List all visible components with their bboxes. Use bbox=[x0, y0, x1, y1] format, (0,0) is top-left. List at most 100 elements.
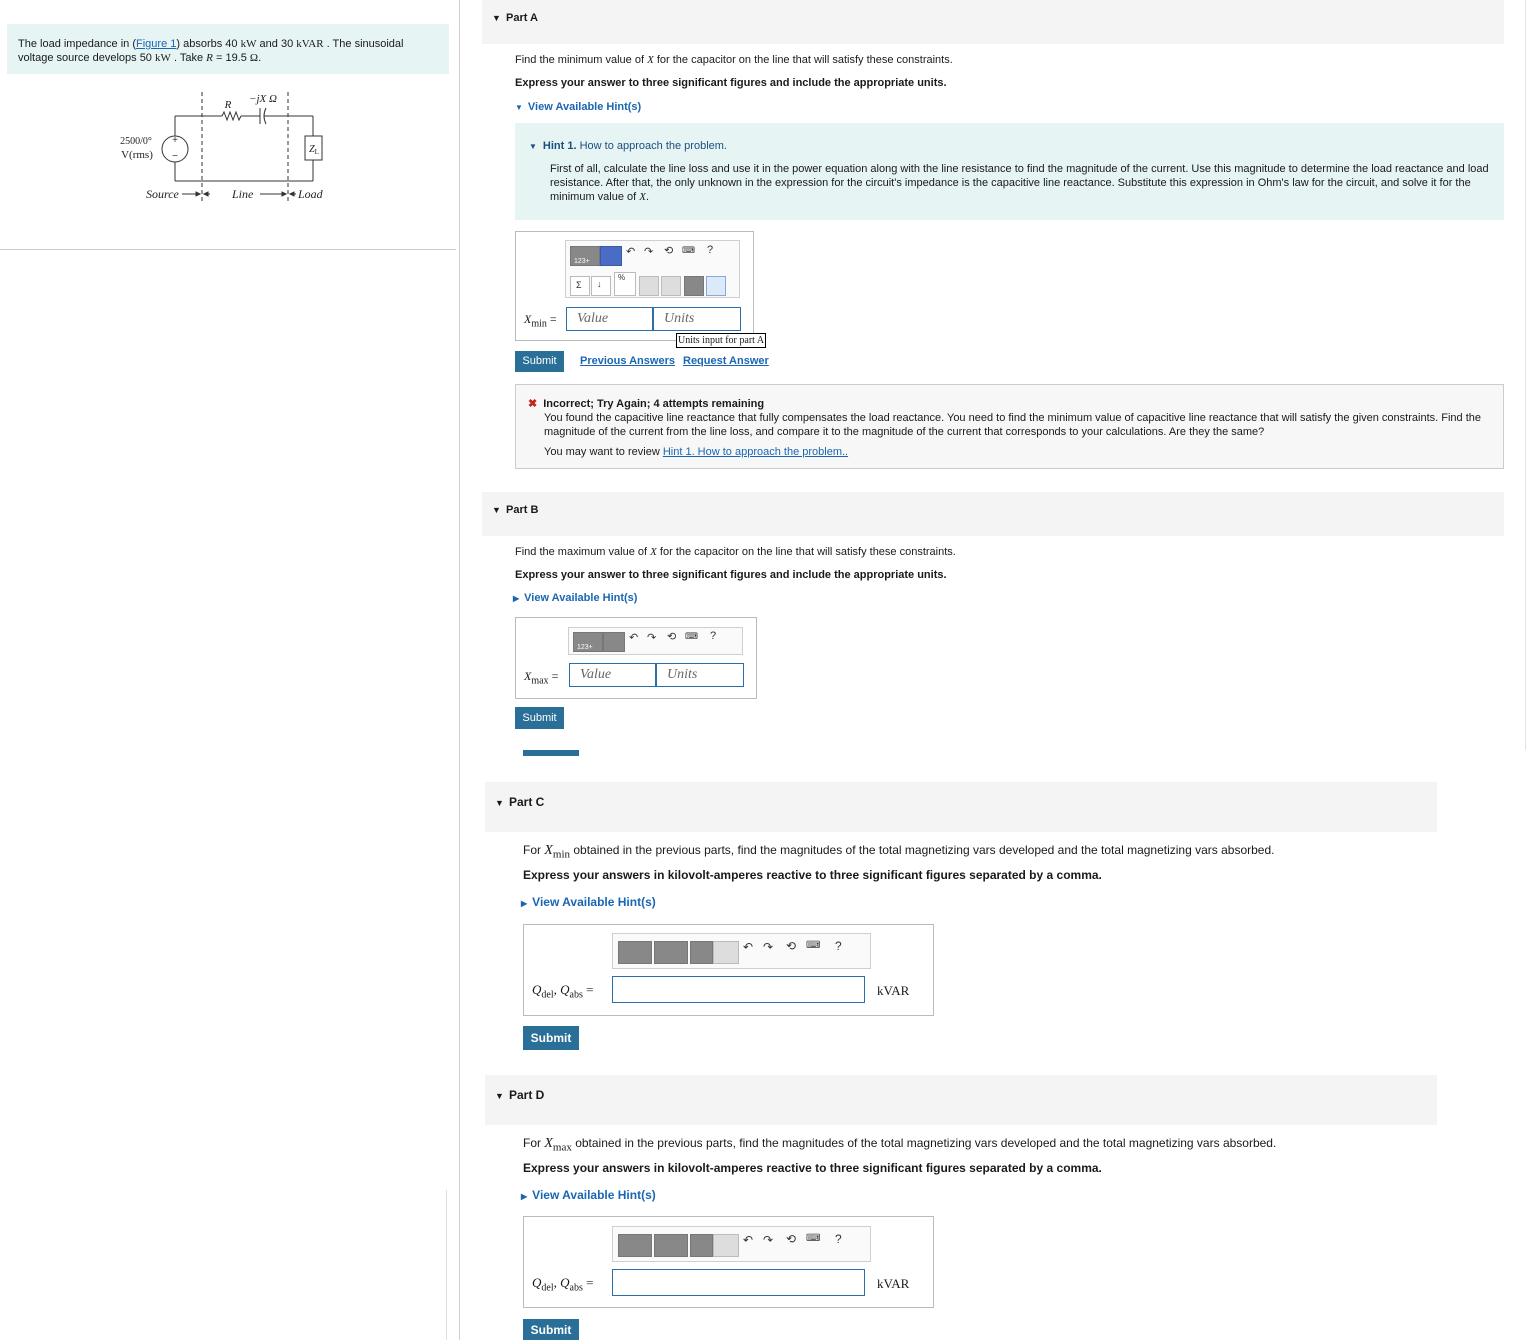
request-answer-link[interactable]: Request Answer bbox=[683, 355, 769, 367]
part-b-instruction: Express your answer to three significant… bbox=[515, 569, 947, 581]
part-c-instruction: Express your answers in kilovolt-amperes… bbox=[523, 868, 1102, 882]
percent-button[interactable]: % bbox=[614, 272, 636, 296]
undo-icon[interactable]: ↶ bbox=[629, 631, 638, 644]
panel-divider-lower bbox=[446, 1190, 447, 1340]
part-b-question: Find the maximum value of X for the capa… bbox=[515, 546, 956, 558]
unit-button[interactable] bbox=[684, 276, 704, 296]
reactance-label: −jX Ω bbox=[249, 93, 277, 105]
kvar-unit-label: kVAR bbox=[877, 1276, 910, 1291]
caret-down-icon: ▼ bbox=[515, 103, 523, 112]
greek-button[interactable] bbox=[600, 246, 622, 266]
part-d-header[interactable]: ▼ Part D bbox=[485, 1075, 1437, 1125]
collapse-triangle-icon: ▼ bbox=[492, 13, 501, 23]
reset-icon[interactable]: ⟲ bbox=[786, 1232, 796, 1246]
part-c-submit-button[interactable]: Submit bbox=[523, 1026, 579, 1050]
backslash-button[interactable] bbox=[706, 276, 726, 296]
vector-button[interactable] bbox=[654, 941, 688, 964]
part-a-units-input[interactable]: Units bbox=[653, 307, 741, 331]
part-d-answer-input[interactable] bbox=[612, 1269, 865, 1296]
part-b-submit-button[interactable]: Submit bbox=[515, 707, 564, 729]
part-a-math-toolbar: 123+ ↶ ↷ ⟲ ⌨ ? Σ ↓ % bbox=[565, 240, 740, 298]
templates-button[interactable] bbox=[618, 1234, 652, 1257]
progress-bar bbox=[523, 750, 579, 756]
part-b-header[interactable]: ▼ Part B bbox=[482, 492, 1504, 536]
collapse-triangle-icon: ▼ bbox=[492, 505, 501, 515]
reset-icon[interactable]: ⟲ bbox=[786, 939, 796, 953]
keyboard-icon[interactable]: ⌨ bbox=[685, 631, 698, 642]
greek-button[interactable] bbox=[603, 632, 625, 652]
feedback-box: ✖ Incorrect; Try Again; 4 attempts remain… bbox=[515, 384, 1504, 469]
hint-title[interactable]: ▼ Hint 1. How to approach the problem. bbox=[529, 140, 1490, 152]
part-d-math-toolbar: ↶ ↷ ⟲ ⌨ ? bbox=[612, 1226, 871, 1262]
part-a-header[interactable]: ▼ Part A bbox=[482, 0, 1504, 44]
part-c-hint-toggle[interactable]: ▶ View Available Hint(s) bbox=[521, 895, 656, 909]
part-a-submit-button[interactable]: Submit bbox=[515, 351, 564, 372]
reset-icon[interactable]: ⟲ bbox=[664, 244, 673, 257]
error-x-icon: ✖ bbox=[528, 398, 538, 410]
sum-button[interactable]: Σ bbox=[570, 276, 590, 296]
abc-button[interactable] bbox=[661, 276, 681, 296]
matrix-button[interactable] bbox=[690, 941, 713, 964]
scrollbar-track[interactable] bbox=[1525, 0, 1526, 750]
part-b-hint-toggle[interactable]: ▶ View Available Hint(s) bbox=[513, 592, 637, 604]
caret-down-icon: ▼ bbox=[529, 142, 537, 151]
redo-icon[interactable]: ↷ bbox=[763, 1233, 773, 1247]
plus-sign: + bbox=[172, 135, 178, 146]
redo-icon[interactable]: ↷ bbox=[644, 245, 653, 258]
q-del-abs-label: Qdel, Qabs = bbox=[532, 982, 594, 1001]
left-panel: The load impedance in (Figure 1) absorbs… bbox=[0, 0, 458, 1340]
keyboard-icon[interactable]: ⌨ bbox=[806, 940, 820, 951]
relation-button[interactable] bbox=[713, 941, 739, 964]
source-label: Source bbox=[146, 187, 180, 201]
part-b-units-input[interactable]: Units bbox=[656, 663, 744, 687]
help-icon[interactable]: ? bbox=[710, 630, 716, 642]
blank-button[interactable] bbox=[639, 276, 659, 296]
reset-icon[interactable]: ⟲ bbox=[667, 630, 676, 643]
arrow-button[interactable]: ↓ bbox=[591, 276, 611, 296]
previous-answers-link[interactable]: Previous Answers bbox=[580, 355, 675, 367]
part-c-answer-input[interactable] bbox=[612, 976, 865, 1003]
undo-icon[interactable]: ↶ bbox=[626, 245, 635, 258]
part-d-submit-button[interactable]: Submit bbox=[523, 1319, 579, 1340]
part-c-header[interactable]: ▼ Part C bbox=[485, 782, 1437, 832]
part-a-value-input[interactable]: Value bbox=[566, 307, 653, 331]
redo-icon[interactable]: ↷ bbox=[763, 940, 773, 954]
kvar-unit-label: kVAR bbox=[877, 983, 910, 998]
minus-sign: − bbox=[172, 151, 178, 162]
part-a-instruction: Express your answer to three significant… bbox=[515, 77, 947, 89]
part-a-hint-toggle[interactable]: ▼ View Available Hint(s) bbox=[515, 101, 641, 113]
relation-button[interactable] bbox=[713, 1234, 739, 1257]
keyboard-icon[interactable]: ⌨ bbox=[682, 245, 695, 256]
panel-divider bbox=[459, 0, 460, 1340]
part-d-hint-toggle[interactable]: ▶ View Available Hint(s) bbox=[521, 1188, 656, 1202]
templates-button[interactable]: 123+ bbox=[573, 632, 603, 652]
problem-statement: The load impedance in (Figure 1) absorbs… bbox=[7, 24, 449, 74]
help-icon[interactable]: ? bbox=[835, 1232, 842, 1246]
caret-right-icon: ▶ bbox=[513, 594, 520, 603]
help-icon[interactable]: ? bbox=[835, 939, 842, 953]
source-voltage-label: 2500/0° bbox=[120, 136, 152, 147]
part-d-question: For Xmax obtained in the previous parts,… bbox=[523, 1136, 1277, 1154]
keyboard-icon[interactable]: ⌨ bbox=[806, 1233, 820, 1244]
undo-icon[interactable]: ↶ bbox=[743, 1233, 753, 1247]
part-d-instruction: Express your answers in kilovolt-amperes… bbox=[523, 1161, 1102, 1175]
line-label: Line bbox=[231, 187, 254, 201]
x-min-label: Xmin = bbox=[524, 312, 557, 330]
matrix-button[interactable] bbox=[690, 1234, 713, 1257]
circuit-diagram: + − R −jX Ω ZL 2500/0° V(rms) Source Lin… bbox=[120, 92, 324, 204]
load-label: Load bbox=[297, 187, 324, 201]
help-icon[interactable]: ? bbox=[707, 244, 713, 256]
redo-icon[interactable]: ↷ bbox=[647, 631, 656, 644]
part-c-question: For Xmin obtained in the previous parts,… bbox=[523, 843, 1275, 861]
part-b-value-input[interactable]: Value bbox=[569, 663, 656, 687]
feedback-body: You found the capacitive line reactance … bbox=[544, 412, 1481, 438]
templates-button[interactable]: 123+ bbox=[570, 246, 600, 266]
feedback-review: You may want to review Hint 1. How to ap… bbox=[544, 446, 849, 458]
vector-button[interactable] bbox=[654, 1234, 688, 1257]
review-hint-link[interactable]: Hint 1. How to approach the problem.. bbox=[663, 446, 848, 458]
undo-icon[interactable]: ↶ bbox=[743, 940, 753, 954]
templates-button[interactable] bbox=[618, 941, 652, 964]
figure-link[interactable]: Figure 1 bbox=[136, 38, 176, 50]
collapse-triangle-icon: ▼ bbox=[495, 798, 504, 808]
feedback-title: ✖ Incorrect; Try Again; 4 attempts remain… bbox=[528, 398, 765, 410]
